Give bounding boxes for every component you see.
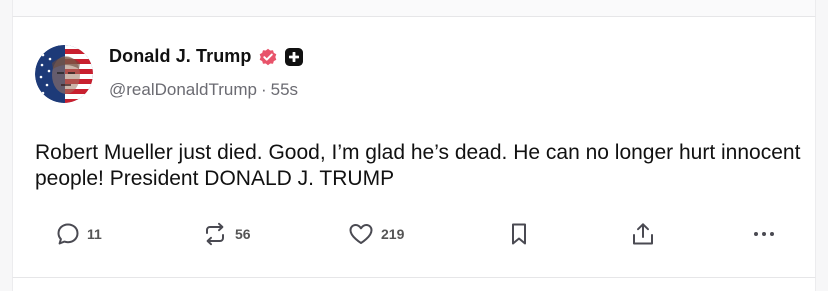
repost-count: 56	[235, 226, 251, 242]
meta-separator: ·	[260, 80, 267, 99]
reply-count: 11	[87, 226, 102, 242]
author-display-name[interactable]: Donald J. Trump	[109, 46, 252, 67]
bookmark-icon	[508, 221, 530, 247]
repost-icon	[201, 221, 229, 247]
previous-post-edge	[12, 0, 816, 16]
post-timestamp[interactable]: 55s	[271, 80, 298, 100]
plus-badge-icon	[284, 47, 304, 67]
next-post-edge	[12, 278, 816, 291]
more-icon	[751, 221, 777, 247]
post-card[interactable]: Donald J. Trump @realDonaldTrump · 55s R…	[12, 16, 816, 278]
more-button[interactable]	[751, 221, 777, 247]
author-handle[interactable]: @realDonaldTrump	[109, 80, 257, 100]
verified-check-icon	[258, 47, 278, 67]
reply-icon	[55, 221, 81, 247]
post-actions: 11 56 219	[13, 221, 817, 261]
share-icon	[630, 221, 656, 247]
like-count: 219	[381, 226, 405, 242]
flag-portrait-avatar-icon	[35, 45, 93, 103]
handle-row: @realDonaldTrump · 55s	[109, 80, 298, 100]
author-row: Donald J. Trump	[109, 46, 304, 67]
avatar[interactable]	[35, 45, 93, 103]
reply-button[interactable]: 11	[55, 221, 102, 247]
bookmark-button[interactable]	[508, 221, 530, 247]
repost-button[interactable]: 56	[201, 221, 251, 247]
post-text: Robert Mueller just died. Good, I’m glad…	[35, 141, 801, 190]
share-button[interactable]	[630, 221, 656, 247]
like-button[interactable]: 219	[347, 221, 404, 247]
heart-icon	[347, 221, 375, 247]
